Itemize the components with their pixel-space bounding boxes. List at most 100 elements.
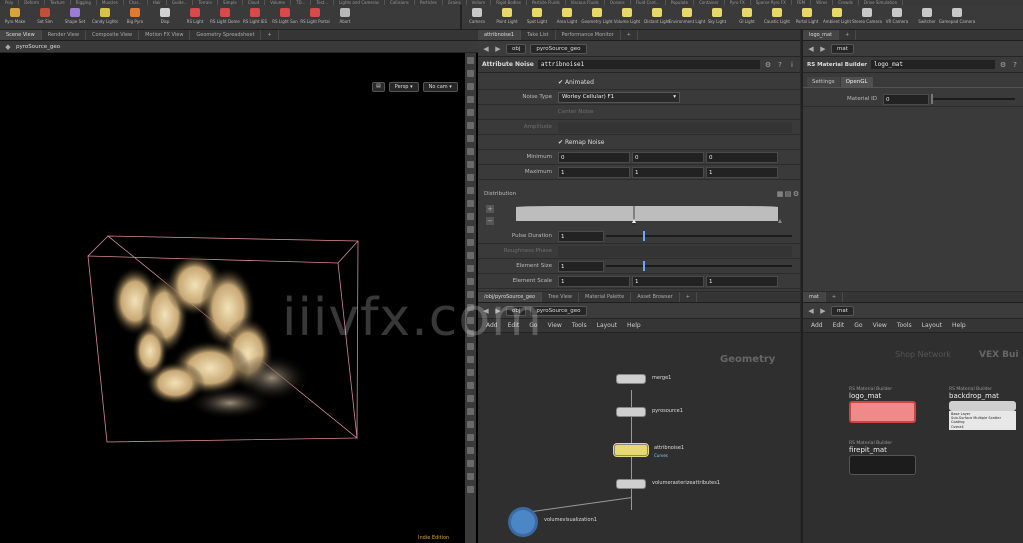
display-option-icon[interactable]: [467, 486, 474, 493]
forward-arrow-icon[interactable]: ▶: [819, 307, 827, 315]
ramp-curve-editor[interactable]: [514, 203, 782, 227]
display-option-icon[interactable]: [467, 473, 474, 480]
tab-motion-fx-view[interactable]: Motion FX View: [139, 30, 191, 40]
viewport-path[interactable]: pyroSource_geo: [16, 44, 60, 50]
shelf-tool[interactable]: Distant Light: [642, 5, 672, 29]
back-arrow-icon[interactable]: ◀: [807, 307, 815, 315]
center-noise-label[interactable]: Center Noise: [558, 109, 594, 115]
add-tab-icon[interactable]: +: [826, 292, 844, 302]
material-name-field[interactable]: logo_mat: [871, 60, 995, 69]
element-scale-x-field[interactable]: 1: [558, 275, 630, 287]
maximum-z-field[interactable]: 1: [706, 166, 778, 178]
display-option-icon[interactable]: [467, 434, 474, 441]
path-obj[interactable]: obj: [506, 43, 527, 54]
shelf-tool[interactable]: Point Light: [492, 5, 522, 29]
tab-performance-monitor[interactable]: Performance Monitor: [556, 30, 621, 40]
display-option-icon[interactable]: [467, 161, 474, 168]
menu-item[interactable]: Layout: [597, 322, 617, 329]
shelf-tool[interactable]: Spot Light: [522, 5, 552, 29]
menu-item[interactable]: Go: [854, 322, 862, 329]
info-icon[interactable]: i: [788, 61, 796, 69]
display-option-icon[interactable]: [467, 395, 474, 402]
shelf-tool[interactable]: Environment Light: [669, 5, 705, 29]
noise-type-dropdown[interactable]: Worley Cellular) F1 ▾: [558, 91, 680, 103]
tab-asset-browser[interactable]: Asset Browser: [631, 292, 680, 302]
maximum-y-field[interactable]: 1: [632, 166, 704, 178]
path-geo[interactable]: pyroSource_geo: [530, 43, 587, 54]
tab-take-list[interactable]: Take List: [521, 30, 556, 40]
shelf-tool[interactable]: Candy Lights: [90, 5, 120, 29]
menu-item[interactable]: Tools: [897, 322, 912, 329]
display-option-icon[interactable]: [467, 96, 474, 103]
maximum-x-field[interactable]: 1: [558, 166, 630, 178]
display-option-icon[interactable]: [467, 213, 474, 220]
pulse-duration-slider[interactable]: [606, 231, 792, 241]
display-option-icon[interactable]: [467, 369, 474, 376]
shelf-tool[interactable]: Stereo Camera: [852, 5, 882, 29]
shelf-tool[interactable]: Big Pyro: [120, 5, 150, 29]
shelf-tool[interactable]: Portal Light: [792, 5, 822, 29]
ramp-add-key-icon[interactable]: +: [486, 205, 494, 213]
element-size-slider[interactable]: [606, 261, 792, 271]
node-volumevisualization[interactable]: volumevisualization1: [508, 507, 597, 537]
tab-geometry-spreadsheet[interactable]: Geometry Spreadsheet: [190, 30, 262, 40]
display-option-icon[interactable]: [467, 408, 474, 415]
tab-logo-mat[interactable]: logo_mat: [803, 30, 840, 40]
add-tab-icon[interactable]: +: [621, 30, 638, 40]
menu-item[interactable]: Help: [952, 322, 966, 329]
element-scale-z-field[interactable]: 1: [706, 275, 778, 287]
remap-checkbox[interactable]: ✔ Remap Noise: [558, 139, 604, 146]
gear-icon[interactable]: ⚙: [764, 61, 772, 69]
display-option-icon[interactable]: [467, 226, 474, 233]
menu-item[interactable]: Tools: [572, 322, 587, 329]
shelf-tool[interactable]: Switcher: [912, 5, 942, 29]
display-option-icon[interactable]: [467, 447, 474, 454]
node-merge[interactable]: merge1: [616, 374, 671, 384]
display-option-icon[interactable]: [467, 174, 474, 181]
shelf-tool[interactable]: RS Light Sun: [270, 5, 300, 29]
display-option-icon[interactable]: [467, 265, 474, 272]
display-option-icon[interactable]: [467, 57, 474, 64]
element-size-field[interactable]: 1: [558, 260, 604, 272]
display-option-icon[interactable]: [467, 382, 474, 389]
display-option-icon[interactable]: [467, 122, 474, 129]
shelf-tool[interactable]: Shape Set: [60, 5, 90, 29]
display-option-icon[interactable]: [467, 83, 474, 90]
help-icon[interactable]: ?: [1011, 61, 1019, 69]
node-attribnoise[interactable]: attribnoise1 Curves: [613, 443, 684, 458]
element-scale-y-field[interactable]: 1: [632, 275, 704, 287]
ramp-preset-icon[interactable]: ▦: [776, 190, 784, 198]
minimum-y-field[interactable]: 0: [632, 151, 704, 163]
display-option-icon[interactable]: [467, 278, 474, 285]
shelf-tool[interactable]: Camera: [462, 5, 492, 29]
pulse-duration-field[interactable]: 1: [558, 230, 604, 242]
shelf-tool[interactable]: Area Light: [552, 5, 582, 29]
node-volumerasterize[interactable]: volumerasterizeattributes1: [616, 479, 720, 489]
shelf-tool[interactable]: Sky Light: [702, 5, 732, 29]
help-icon[interactable]: ?: [776, 61, 784, 69]
shelf-tool[interactable]: Disp: [150, 5, 180, 29]
back-arrow-icon[interactable]: ◀: [807, 45, 815, 53]
tab-tree-view[interactable]: Tree View: [542, 292, 579, 302]
shelf-tool[interactable]: RS Light Dome: [210, 5, 240, 29]
material-node-firepit-mat[interactable]: RS Material Builder firepit_mat: [849, 441, 916, 475]
tab-material-palette[interactable]: Material Palette: [579, 292, 632, 302]
shelf-tool[interactable]: Caustic Light: [762, 5, 792, 29]
tab-attribnoise[interactable]: attribnoise1: [478, 30, 522, 40]
display-option-icon[interactable]: [467, 460, 474, 467]
shelf-tool[interactable]: RS Light Portal: [300, 5, 330, 29]
display-option-icon[interactable]: [467, 187, 474, 194]
shelf-tool[interactable]: RS Light IES: [240, 5, 270, 29]
menu-item[interactable]: Add: [811, 322, 823, 329]
add-tab-icon[interactable]: +: [680, 292, 697, 302]
material-id-field[interactable]: 0: [883, 93, 929, 105]
ramp-gear-icon[interactable]: ⚙: [792, 190, 800, 198]
minimum-x-field[interactable]: 0: [558, 151, 630, 163]
menu-item[interactable]: Edit: [833, 322, 845, 329]
display-option-icon[interactable]: [467, 252, 474, 259]
minimum-z-field[interactable]: 0: [706, 151, 778, 163]
node-pyrosource[interactable]: pyrosource1: [616, 407, 683, 417]
shelf-tool[interactable]: Ambient Light: [822, 5, 852, 29]
shelf-tool[interactable]: Set Sim: [30, 5, 60, 29]
tab-mat[interactable]: mat: [803, 292, 826, 302]
